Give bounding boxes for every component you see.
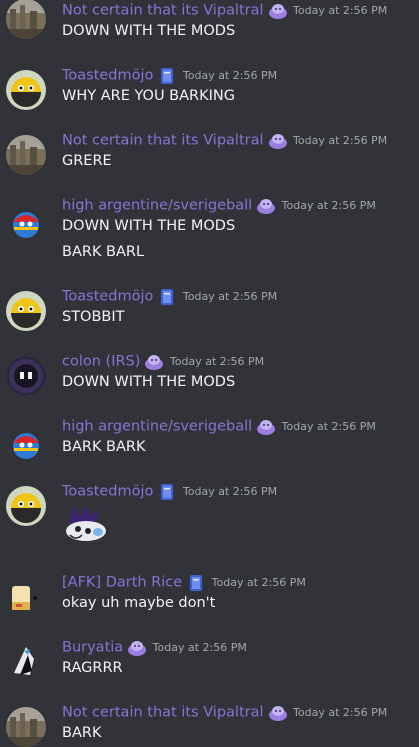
shark-avatar[interactable] [6, 641, 46, 681]
rice-avatar[interactable] [6, 576, 46, 616]
message-header: high argentine/sverigeball Today at 2:56… [62, 195, 376, 215]
timestamp[interactable]: Today at 2:56 PM [278, 420, 376, 433]
yellow-ball-avatar[interactable] [6, 70, 46, 110]
timestamp[interactable]: Today at 2:56 PM [208, 576, 306, 589]
message-header: high argentine/sverigeball Today at 2:56… [62, 416, 376, 436]
ruins-avatar[interactable] [6, 707, 46, 747]
dark-face-avatar[interactable] [6, 356, 46, 396]
timestamp[interactable]: Today at 2:56 PM [290, 134, 387, 147]
username[interactable]: Not certain that its Vipaltral [62, 3, 264, 19]
message-header: colon (IRS) Today at 2:56 PM [62, 351, 264, 371]
username[interactable]: high argentine/sverigeball [62, 419, 252, 435]
ruins-avatar[interactable] [6, 135, 46, 175]
blue-book-icon[interactable] [157, 288, 177, 306]
message-text: DOWN WITH THE MODS [62, 374, 236, 390]
username[interactable]: colon (IRS) [62, 354, 140, 370]
message-header: Not certain that its Vipaltral Today at … [62, 702, 387, 722]
message-text: STOBBIT [62, 309, 125, 325]
timestamp[interactable]: Today at 2:56 PM [290, 4, 387, 17]
purple-blob-icon[interactable] [256, 197, 276, 215]
message-text: BARK BARK [62, 439, 146, 455]
username[interactable]: Toastedmöjo [62, 68, 153, 84]
ruins-avatar[interactable] [6, 0, 46, 39]
purple-blob-icon[interactable] [144, 353, 164, 371]
username[interactable]: Buryatia [62, 640, 123, 656]
message-header: [AFK] Darth Rice Today at 2:56 PM [62, 572, 306, 592]
blue-book-icon[interactable] [157, 67, 177, 85]
flag-ball-avatar[interactable] [6, 424, 46, 464]
username[interactable]: Toastedmöjo [62, 289, 153, 305]
blue-book-icon[interactable] [157, 483, 177, 501]
yellow-ball-avatar[interactable] [6, 291, 46, 331]
message-text: okay uh maybe don't [62, 595, 216, 611]
timestamp[interactable]: Today at 2:56 PM [149, 641, 247, 654]
timestamp[interactable]: Today at 2:56 PM [179, 69, 277, 82]
username[interactable]: Not certain that its Vipaltral [62, 705, 264, 721]
message-header: Buryatia Today at 2:56 PM [62, 637, 247, 657]
blue-book-icon[interactable] [186, 574, 206, 592]
message-text: RAGRRR [62, 660, 123, 676]
message-text: BARK [62, 725, 102, 741]
username[interactable]: Not certain that its Vipaltral [62, 133, 264, 149]
message-text: DOWN WITH THE MODS [62, 23, 236, 39]
timestamp[interactable]: Today at 2:56 PM [278, 199, 376, 212]
purple-blob-icon[interactable] [268, 132, 288, 150]
message-header: Toastedmöjo Today at 2:56 PM [62, 481, 277, 501]
timestamp[interactable]: Today at 2:56 PM [179, 290, 277, 303]
chat-messages: Not certain that its Vipaltral Today at … [0, 0, 419, 747]
username[interactable]: high argentine/sverigeball [62, 198, 252, 214]
flag-ball-avatar[interactable] [6, 203, 46, 243]
yellow-ball-avatar[interactable] [6, 486, 46, 526]
timestamp[interactable]: Today at 2:56 PM [290, 706, 387, 719]
username[interactable]: Toastedmöjo [62, 484, 153, 500]
timestamp[interactable]: Today at 2:56 PM [179, 485, 277, 498]
message-text: BARK BARL [62, 244, 145, 260]
username[interactable]: [AFK] Darth Rice [62, 575, 182, 591]
purple-blob-icon[interactable] [127, 639, 147, 657]
purple-blob-icon[interactable] [256, 418, 276, 436]
message-text: WHY ARE YOU BARKING [62, 88, 235, 104]
message-text: DOWN WITH THE MODS [62, 218, 236, 234]
timestamp[interactable]: Today at 2:56 PM [166, 355, 264, 368]
message-header: Toastedmöjo Today at 2:56 PM [62, 65, 277, 85]
purple-creature-sticker[interactable] [60, 501, 112, 543]
message-header: Toastedmöjo Today at 2:56 PM [62, 286, 277, 306]
purple-blob-icon[interactable] [268, 704, 288, 722]
message-header: Not certain that its Vipaltral Today at … [62, 130, 387, 150]
message-text: GRERE [62, 153, 112, 169]
message-header: Not certain that its Vipaltral Today at … [62, 0, 387, 20]
purple-blob-icon[interactable] [268, 2, 288, 20]
